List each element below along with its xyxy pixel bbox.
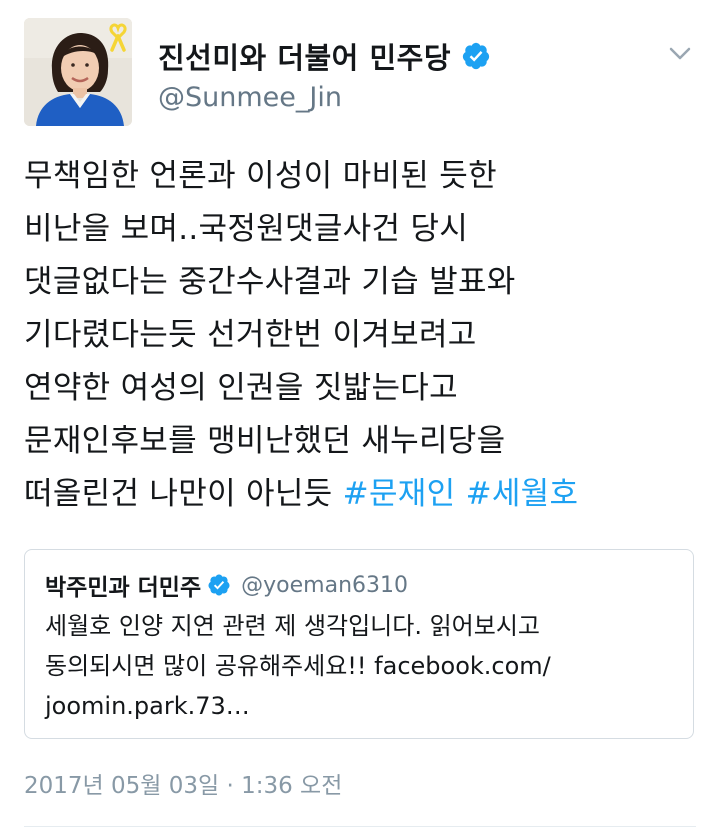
verified-badge-icon [461,41,491,71]
quoted-display-name: 박주민과 더민주 [45,575,202,601]
tweet-header: 진선미와 더불어 민주당 @Sunmee_Jin [24,18,696,128]
quoted-handle: @yoeman6310 [241,572,408,598]
tweet-line: 기다렸다는듯 선거한번 이겨보려고 [24,317,477,353]
quoted-line: joomin.park.73… [45,692,250,720]
tweet-line: 댓글없다는 중간수사결과 기습 발표와 [24,264,516,300]
tweet-line: 문재인후보를 맹비난했던 새누리당을 [24,423,506,459]
divider [24,826,696,827]
verified-badge-icon [207,573,231,597]
quoted-tweet-header: 박주민과 더민주 @yoeman6310 [45,568,408,602]
avatar[interactable] [24,18,132,126]
hashtag-link-sewol[interactable]: #세월호 [466,476,579,512]
quoted-tweet-text: 세월호 인양 지연 관련 제 생각입니다. 읽어보시고 동의되시면 많이 공유해… [45,606,675,726]
tweet-line: 연약한 여성의 인권을 짓밟는다고 [24,370,458,406]
tweet-line: 무책임한 언론과 이성이 마비된 듯한 [24,158,497,194]
display-name-row: 진선미와 더불어 민주당 [158,34,491,78]
author-handle[interactable]: @Sunmee_Jin [158,82,342,113]
profile-photo [24,18,132,126]
tweet-text: 무책임한 언론과 이성이 마비된 듯한 비난을 보며..국정원댓글사건 당시 댓… [24,150,700,521]
tweet-timestamp[interactable]: 2017년 05월 03일 · 1:36 오전 [24,766,342,800]
quoted-line: 동의되시면 많이 공유해주세요!! facebook.com/ [45,652,551,680]
hashtag-link-moon-jae-in[interactable]: #문재인 [343,476,456,512]
tweet-line: 비난을 보며..국정원댓글사건 당시 [24,211,469,247]
quoted-tweet-card[interactable]: 박주민과 더민주 @yoeman6310 세월호 인양 지연 관련 제 생각입니… [24,549,694,739]
tweet-menu-button[interactable] [664,40,696,68]
quoted-line: 세월호 인양 지연 관련 제 생각입니다. 읽어보시고 [45,612,541,640]
tweet-line-text: 떠올린건 나만이 아닌듯 [24,476,343,512]
chevron-down-icon [669,47,691,60]
tweet-line-last: 떠올린건 나만이 아닌듯 #문재인 #세월호 [24,468,700,521]
display-name[interactable]: 진선미와 더불어 민주당 [158,35,451,77]
